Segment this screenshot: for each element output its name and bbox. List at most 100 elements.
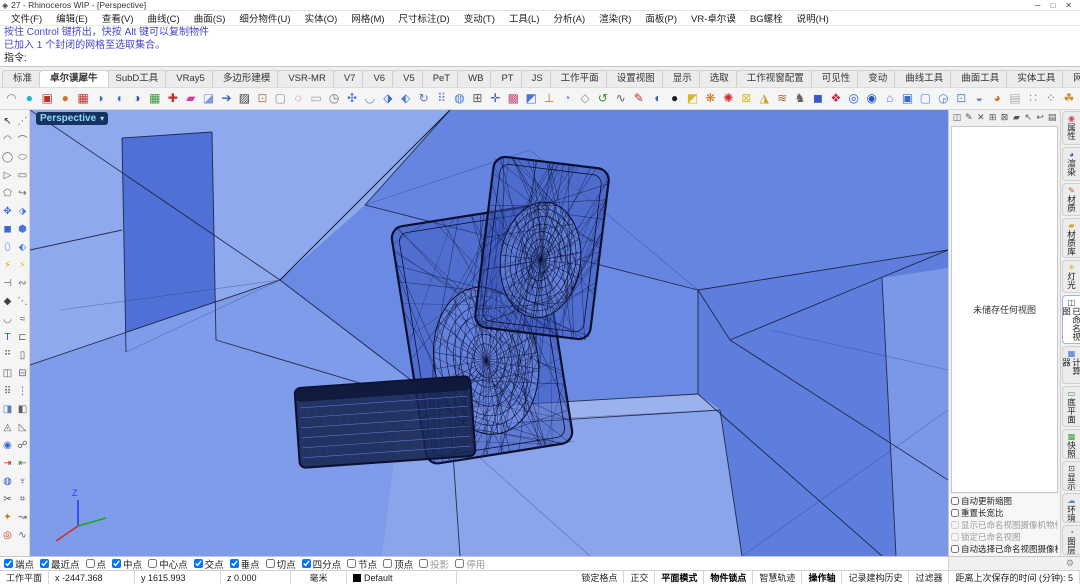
checkbox[interactable] xyxy=(951,497,959,505)
toolbar-icon-36[interactable]: ✎ xyxy=(630,90,647,107)
toolbar-tab[interactable]: 工作视窗配置 xyxy=(736,70,815,87)
maximize-button[interactable]: □ xyxy=(1050,1,1055,10)
toolbar-icon-60[interactable]: ☘ xyxy=(1060,90,1077,107)
status-toggle[interactable]: 锁定格点 xyxy=(575,571,624,584)
menu-item[interactable]: 工具(L) xyxy=(502,11,547,25)
sidebar-tool-icon-36[interactable]: ◺ xyxy=(15,418,30,436)
toolbar-icon-26[interactable]: ◍ xyxy=(451,90,468,107)
panel-tab-显示[interactable]: ⊡显示 xyxy=(1062,461,1080,491)
menu-item[interactable]: 变动(T) xyxy=(457,11,502,25)
toolbar-tab[interactable]: JS xyxy=(521,70,554,87)
checkbox[interactable] xyxy=(40,559,49,568)
sidebar-tool-icon-1[interactable]: ↖ xyxy=(0,112,15,130)
panel-option[interactable]: 自动更新缩图 xyxy=(951,495,1058,507)
sidebar-tool-icon-37[interactable]: ◉ xyxy=(0,436,15,454)
toolbar-tab[interactable]: V6 xyxy=(362,70,396,87)
panel-option[interactable]: 显示已命名视图摄像机物件 xyxy=(951,519,1058,531)
toolbar-tab[interactable]: PeT xyxy=(422,70,461,87)
toolbar-tab[interactable]: 设置视图 xyxy=(606,70,666,87)
sidebar-tool-icon-26[interactable]: ⊏ xyxy=(15,328,30,346)
toolbar-icon-52[interactable]: ▢ xyxy=(917,90,934,107)
checkbox[interactable] xyxy=(112,559,121,568)
checkbox[interactable] xyxy=(951,509,959,517)
toolbar-icon-3[interactable]: ▣ xyxy=(39,90,56,107)
toolbar-tab[interactable]: VRay5 xyxy=(165,70,216,87)
sidebar-tool-icon-24[interactable]: ≈ xyxy=(15,310,30,328)
toolbar-icon-16[interactable]: ▢ xyxy=(272,90,289,107)
panel-tab-材质库[interactable]: ▰材质库 xyxy=(1062,218,1080,257)
sidebar-tool-icon-40[interactable]: ⇤ xyxy=(15,454,30,472)
toolbar-icon-42[interactable]: ⊠ xyxy=(738,90,755,107)
sidebar-tool-icon-9[interactable]: ⬠ xyxy=(0,184,15,202)
menu-item[interactable]: 曲线(C) xyxy=(140,11,186,25)
close-button[interactable]: ✕ xyxy=(1065,1,1072,10)
sidebar-tool-icon-29[interactable]: ◫ xyxy=(0,364,15,382)
edit-icon[interactable]: ✎ xyxy=(964,112,974,124)
layer-button[interactable]: Default xyxy=(347,571,457,584)
toolbar-tab[interactable]: 卓尔谟犀牛 xyxy=(39,70,109,87)
delete-icon[interactable]: ✕ xyxy=(976,112,986,124)
panel-tab-材质[interactable]: ✎材质 xyxy=(1062,183,1080,217)
sidebar-tool-icon-5[interactable]: ◯ xyxy=(0,148,15,166)
osnap-投影[interactable]: 投影 xyxy=(419,557,449,570)
menu-item[interactable]: 实体(O) xyxy=(298,11,345,25)
sidebar-tool-icon-42[interactable]: ♆ xyxy=(15,472,30,490)
toolbar-icon-59[interactable]: ⁘ xyxy=(1042,90,1059,107)
toolbar-icon-4[interactable]: ● xyxy=(57,90,74,107)
osnap-四分点[interactable]: 四分点 xyxy=(302,557,342,570)
osnap-顶点[interactable]: 顶点 xyxy=(383,557,413,570)
sidebar-tool-icon-33[interactable]: ◨ xyxy=(0,400,15,418)
sidebar-tool-icon-16[interactable]: ⬖ xyxy=(15,238,30,256)
sidebar-tool-icon-15[interactable]: ⬯ xyxy=(0,238,15,256)
sidebar-tool-icon-45[interactable]: ✦ xyxy=(0,508,15,526)
toolbar-icon-47[interactable]: ❖ xyxy=(827,90,844,107)
sidebar-tool-icon-11[interactable]: ✥ xyxy=(0,202,15,220)
toolbar-icon-50[interactable]: ⌂ xyxy=(881,90,898,107)
sidebar-tool-icon-19[interactable]: ⊣ xyxy=(0,274,15,292)
menu-item[interactable]: 文件(F) xyxy=(4,11,49,25)
toolbar-tab[interactable]: PT xyxy=(490,70,524,87)
panel-tab-环境[interactable]: ☁环境 xyxy=(1062,493,1080,523)
menu-item[interactable]: 尺寸标注(D) xyxy=(392,11,457,25)
toolbar-tab[interactable]: 工作平面 xyxy=(550,70,610,87)
sidebar-tool-icon-4[interactable]: ⌒ xyxy=(15,130,30,148)
sidebar-tool-icon-43[interactable]: ✂ xyxy=(0,490,15,508)
toolbar-icon-56[interactable]: ◕ xyxy=(989,90,1006,107)
toolbar-icon-29[interactable]: ▩ xyxy=(505,90,522,107)
status-toggle[interactable]: 平面模式 xyxy=(655,571,704,584)
toolbar-tab[interactable]: 选取 xyxy=(699,70,740,87)
sidebar-tool-icon-23[interactable]: ◡ xyxy=(0,310,15,328)
toolbar-icon-18[interactable]: ▭ xyxy=(308,90,325,107)
menu-item[interactable]: 查看(V) xyxy=(95,11,141,25)
toolbar-icon-21[interactable]: ◡ xyxy=(361,90,378,107)
toolbar-icon-28[interactable]: ✛ xyxy=(487,90,504,107)
toolbar-tab[interactable]: V5 xyxy=(392,70,426,87)
toolbar-icon-38[interactable]: ● xyxy=(666,90,683,107)
panel-tab-快照[interactable]: ▩快照 xyxy=(1062,429,1080,459)
toolbar-icon-53[interactable]: ◶ xyxy=(935,90,952,107)
cursor-icon[interactable]: ↖ xyxy=(1023,112,1033,124)
sidebar-tool-icon-30[interactable]: ⊟ xyxy=(15,364,30,382)
panel-tab-灯光[interactable]: ☀灯光 xyxy=(1062,260,1080,294)
sidebar-tool-icon-31[interactable]: ⠿ xyxy=(0,382,15,400)
toolbar-tab[interactable]: 实体工具 xyxy=(1006,70,1066,87)
toolbar-icon-58[interactable]: ∷ xyxy=(1025,90,1042,107)
checkbox[interactable] xyxy=(302,559,311,568)
toolbar-icon-48[interactable]: ◎ xyxy=(845,90,862,107)
sidebar-tool-icon-38[interactable]: ☍ xyxy=(15,436,30,454)
toolbar-tab[interactable]: 显示 xyxy=(662,70,703,87)
sidebar-tool-icon-18[interactable]: ⚡ xyxy=(15,256,30,274)
sidebar-tool-icon-13[interactable]: ◼ xyxy=(0,220,15,238)
toolbar-tab[interactable]: WB xyxy=(457,70,494,87)
sidebar-tool-icon-28[interactable]: ▯ xyxy=(15,346,30,364)
toolbar-icon-14[interactable]: ▨ xyxy=(236,90,253,107)
folder-icon[interactable]: ▰ xyxy=(1011,112,1021,124)
osnap-中心点[interactable]: 中心点 xyxy=(148,557,188,570)
checkbox[interactable] xyxy=(266,559,275,568)
panel-tab-已命名视图[interactable]: ◫已命名视图 xyxy=(1062,295,1080,344)
menu-item[interactable]: BG螺栓 xyxy=(743,11,790,25)
sidebar-tool-icon-27[interactable]: ⠛ xyxy=(0,346,15,364)
checkbox[interactable] xyxy=(951,545,959,553)
toolbar-icon-33[interactable]: ◇ xyxy=(577,90,594,107)
osnap-点[interactable]: 点 xyxy=(86,557,107,570)
